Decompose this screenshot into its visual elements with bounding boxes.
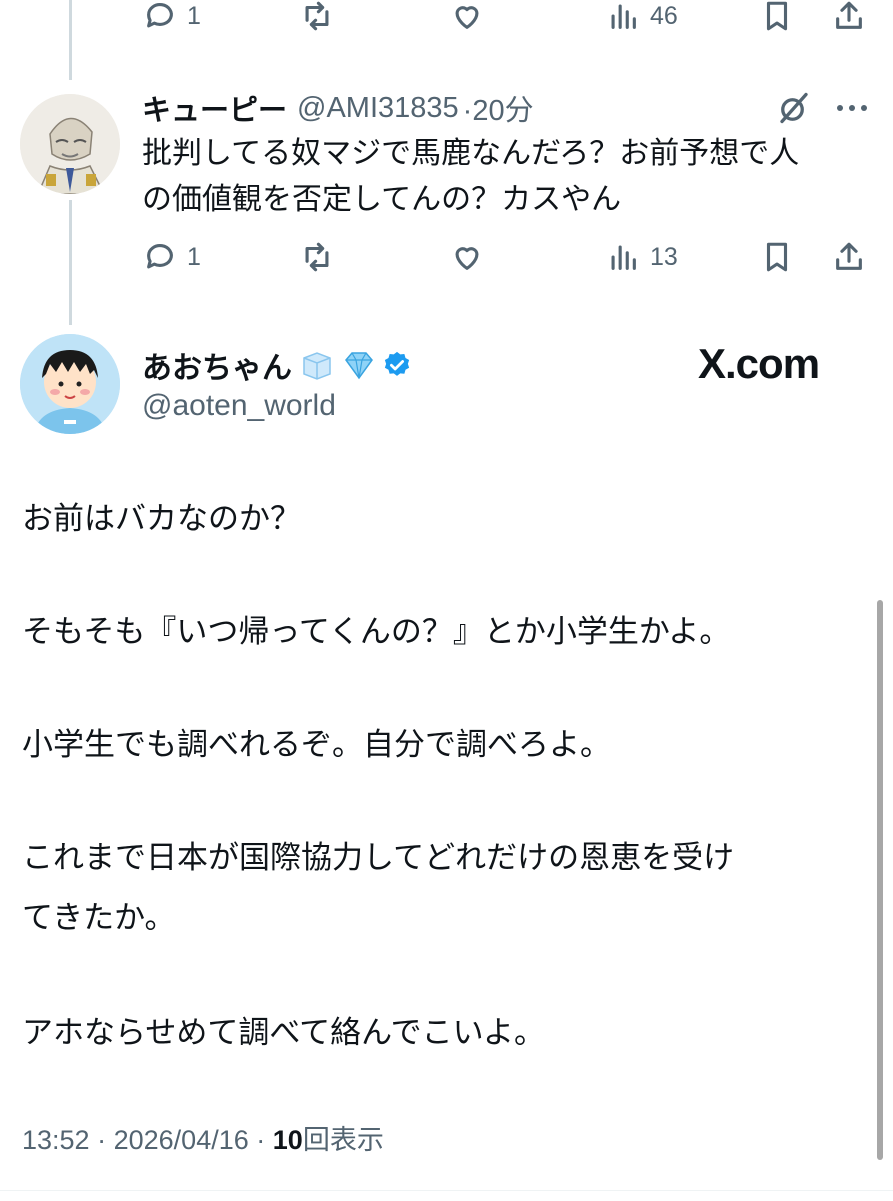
more-options-button[interactable] — [832, 96, 872, 120]
reply-actions: 1 13 — [0, 237, 893, 277]
tweet-paragraph-2: そもそも『いつ帰ってくんの？』とか小学生かよ。 — [22, 614, 731, 650]
bookmark-icon — [766, 242, 788, 272]
x-com-watermark: X.com — [698, 340, 820, 387]
reply-time[interactable]: ·20分 — [463, 87, 534, 129]
main-avatar[interactable] — [20, 334, 120, 434]
tweet-paragraph-4-line-1: これまで日本が国際協力してどれだけの恩恵を受け — [22, 840, 735, 876]
share-icon — [836, 242, 862, 270]
more-dots-icon — [837, 105, 867, 111]
share-button[interactable] — [832, 0, 866, 36]
ice-cube-icon — [300, 348, 334, 382]
view-count-number: 10 — [272, 1125, 303, 1155]
view-count-label: 回表示 — [302, 1125, 384, 1155]
repost-button[interactable] — [300, 237, 334, 277]
views-icon — [611, 245, 636, 270]
meta-separator: · — [97, 1125, 107, 1155]
previous-tweet-actions: 1 46 — [0, 0, 893, 36]
next-actions-partial — [0, 1190, 893, 1201]
tweet-date[interactable]: 2026/04/16 — [114, 1125, 249, 1155]
reply-button[interactable]: 1 — [143, 0, 201, 36]
view-count: 13 — [650, 242, 678, 271]
bookmark-button[interactable] — [760, 0, 794, 36]
reply-icon — [147, 244, 173, 269]
views-button[interactable]: 13 — [606, 237, 678, 277]
main-handle[interactable]: @aoten_world — [142, 386, 336, 426]
like-button[interactable] — [450, 237, 484, 277]
reply-header: キューピー @AMI31835 ·20分 — [142, 88, 534, 128]
reply-count: 1 — [187, 242, 201, 271]
share-button[interactable] — [832, 237, 866, 277]
reply-text-line-1: 批判してる奴マジで馬鹿なんだろ？お前予想で人 — [142, 136, 800, 171]
main-display-name[interactable]: あおちゃん — [142, 343, 292, 387]
reply-display-name[interactable]: キューピー — [142, 87, 287, 129]
tweet-paragraph-5: アホならせめて調べて絡んでこいよ。 — [22, 1015, 545, 1051]
repost-icon — [305, 1, 329, 31]
main-header: あおちゃん — [142, 344, 412, 386]
views-icon — [611, 4, 636, 29]
share-icon — [836, 1, 862, 29]
grok-button[interactable] — [776, 90, 812, 126]
like-button[interactable] — [450, 0, 484, 36]
bookmark-button[interactable] — [760, 237, 794, 277]
views-button[interactable]: 46 — [606, 0, 678, 36]
scrollbar[interactable] — [877, 600, 883, 1160]
meta-separator: · — [256, 1125, 266, 1155]
character-avatar-icon — [20, 94, 120, 194]
repost-button[interactable] — [300, 0, 334, 36]
diamond-icon — [342, 348, 376, 382]
verified-badge-icon[interactable] — [382, 350, 412, 380]
tweet-paragraph-1: お前はバカなのか？ — [22, 501, 301, 537]
reply-handle[interactable]: @AMI31835 — [297, 92, 459, 125]
tweet-time[interactable]: 13:52 — [22, 1125, 90, 1155]
heart-icon — [455, 6, 479, 29]
reply-icon — [147, 3, 173, 28]
reply-avatar[interactable] — [20, 94, 120, 194]
reply-button[interactable]: 1 — [143, 237, 201, 277]
heart-icon — [455, 247, 479, 270]
bookmark-icon — [766, 1, 788, 31]
tweet-paragraph-3: 小学生でも調べれるぞ。自分で調べろよ。 — [22, 727, 611, 763]
reply-text-line-2: の価値観を否定してんの？カスやん — [142, 182, 622, 217]
tweet-paragraph-4-line-2: てきたか。 — [22, 900, 176, 936]
repost-icon — [305, 242, 329, 272]
character-avatar-icon — [20, 334, 120, 434]
grok-icon — [780, 92, 808, 124]
reply-count: 1 — [187, 1, 201, 30]
tweet-meta: 13:52 · 2026/04/16 · 10回表示 — [22, 1120, 384, 1160]
view-count: 46 — [650, 1, 678, 30]
